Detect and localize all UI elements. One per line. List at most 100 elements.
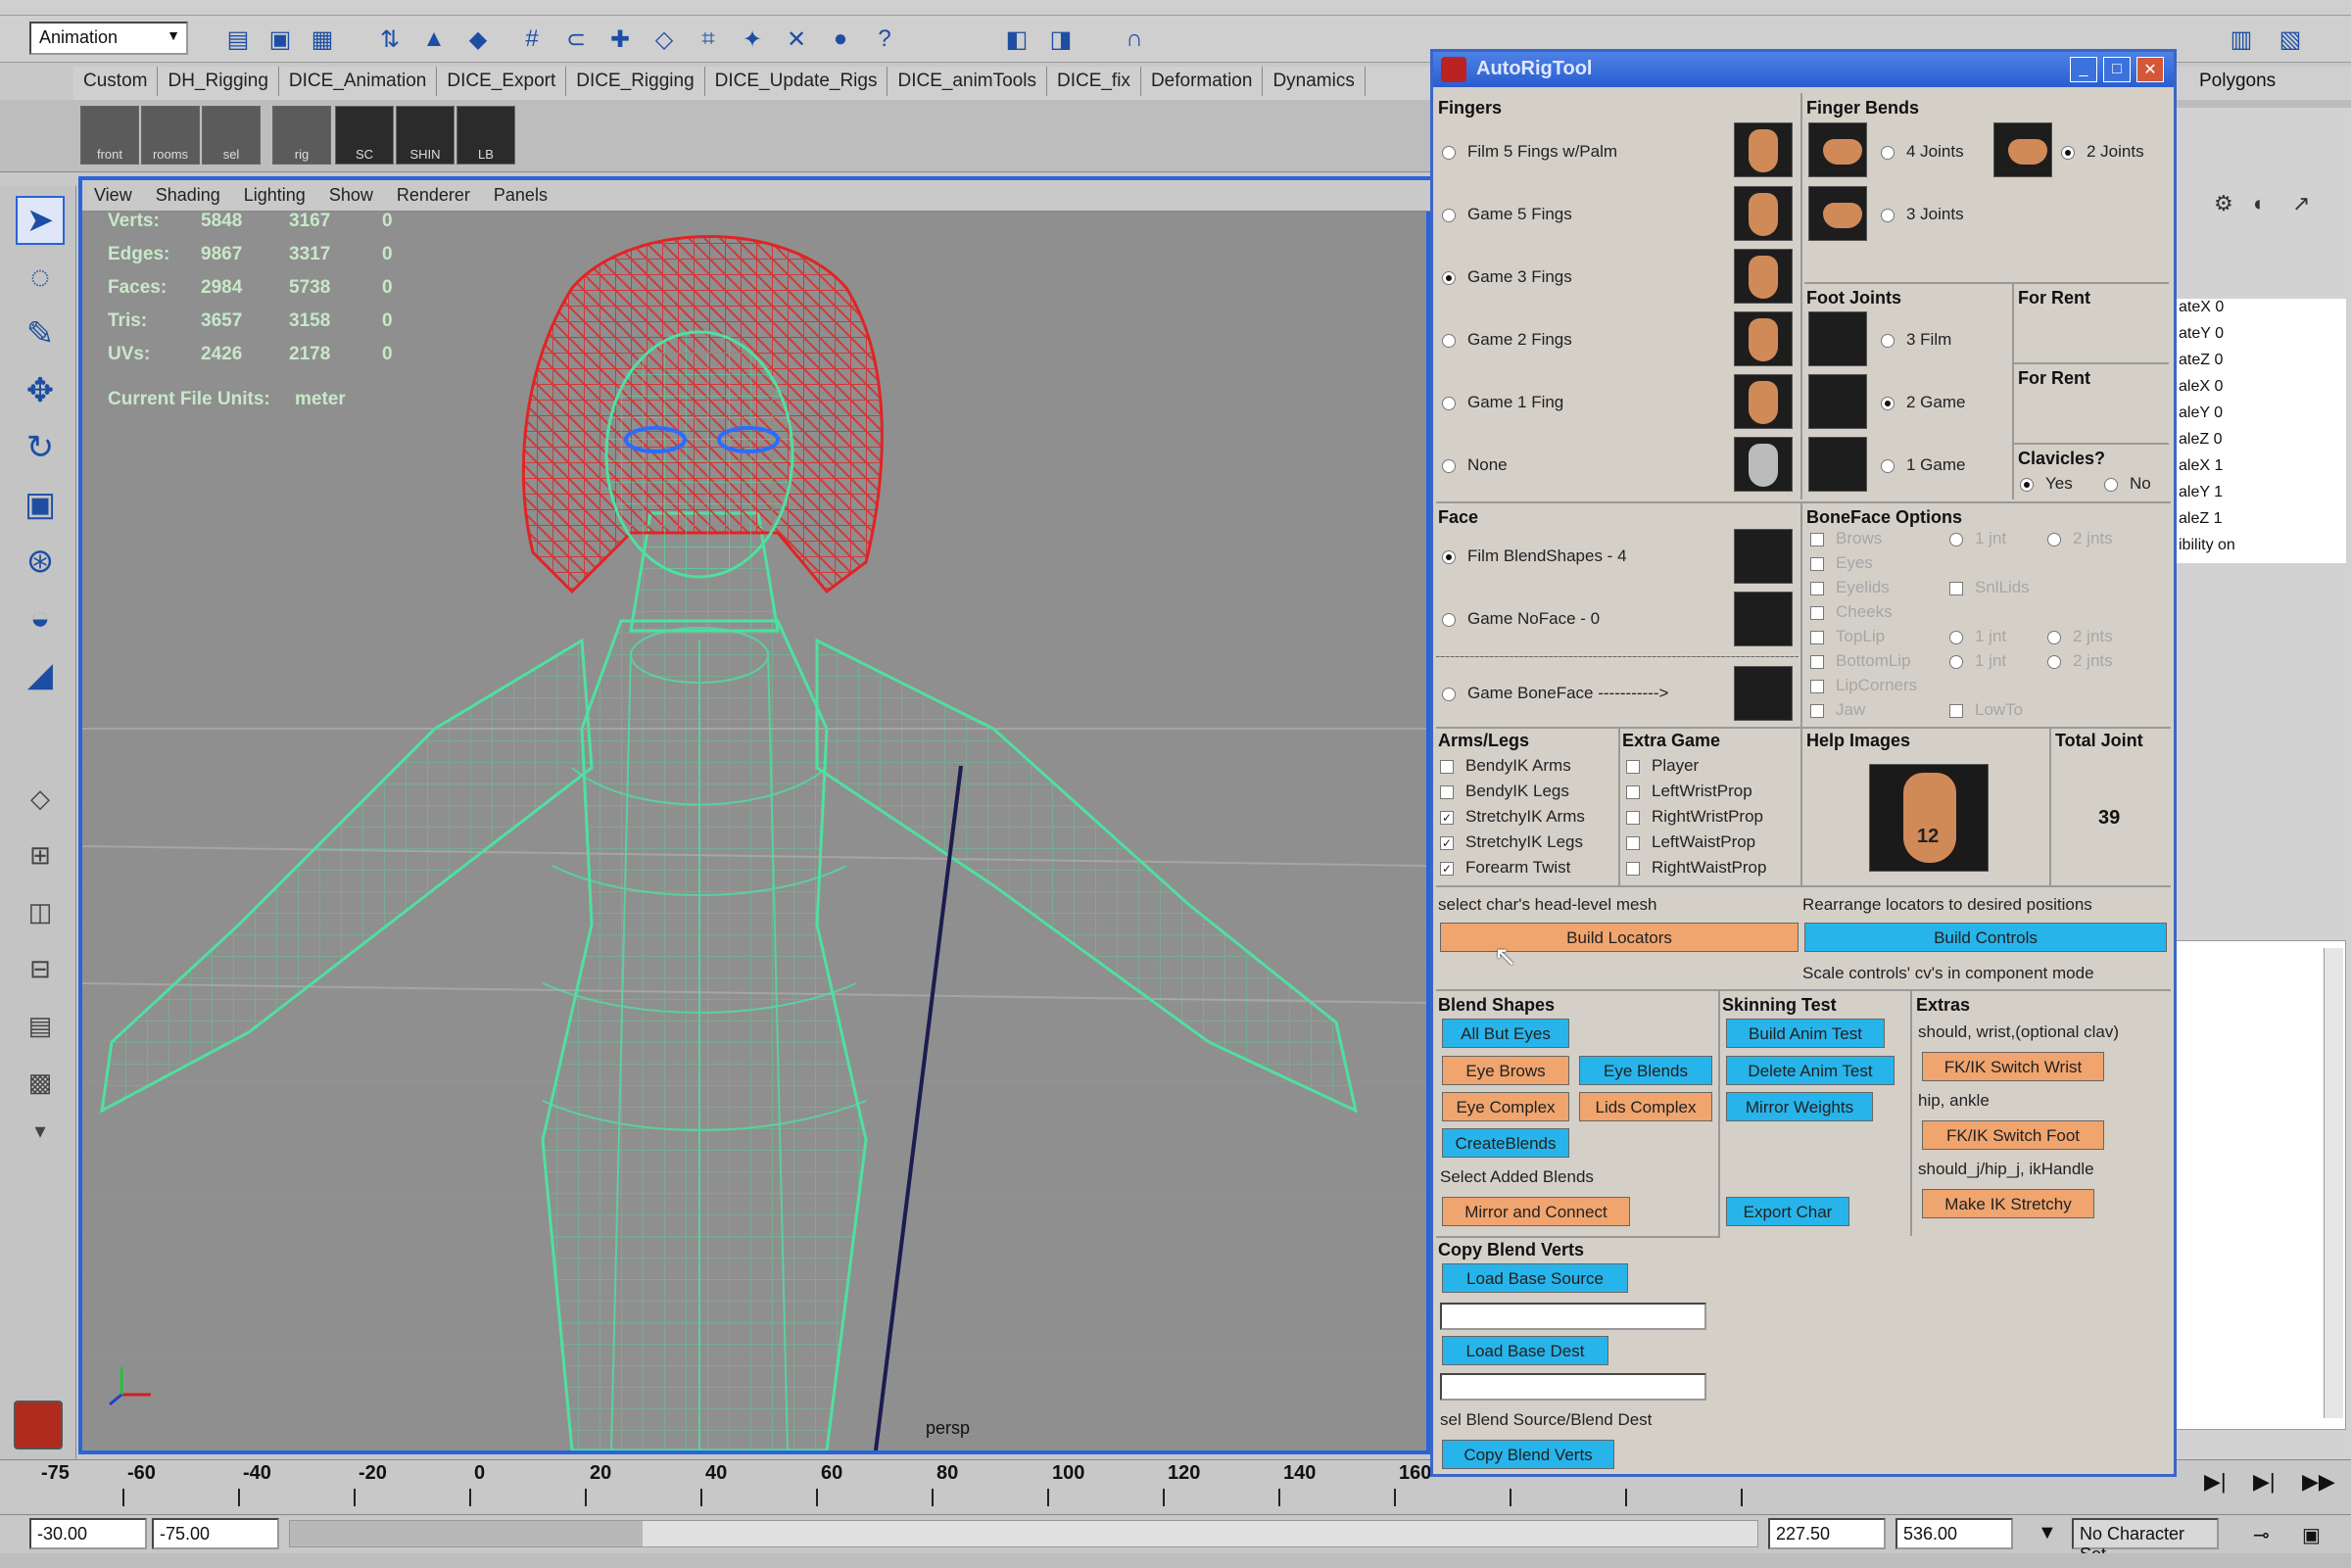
panel-layout-icon[interactable]: ▧	[2273, 22, 2308, 57]
chevron-down-icon[interactable]: ▼	[2038, 1522, 2057, 1544]
end-time-field[interactable]: 536.00	[1895, 1518, 2013, 1549]
viewport-menu-lighting[interactable]: Lighting	[232, 180, 317, 211]
shelf-tab-dice-fix[interactable]: DICE_fix	[1047, 67, 1141, 96]
create-blends-button[interactable]: CreateBlends	[1442, 1128, 1569, 1158]
radio[interactable]	[2104, 477, 2118, 492]
shelf-button-shin[interactable]: SHIN	[396, 106, 455, 165]
eye-complex-button[interactable]: Eye Complex	[1442, 1092, 1569, 1121]
channel-box-icon[interactable]: ⚙	[2214, 191, 2233, 216]
boneface-suboption[interactable]: 1 jnt	[1949, 529, 2006, 548]
open-scene-icon[interactable]: ▣	[263, 22, 298, 57]
mirror-connect-button[interactable]: Mirror and Connect	[1442, 1197, 1630, 1226]
shelf-tab-polygons[interactable]: Polygons	[2199, 71, 2276, 92]
hypershade-layout-icon[interactable]: ▩	[16, 1058, 65, 1107]
fkik-switch-wrist-button[interactable]: FK/IK Switch Wrist	[1922, 1052, 2104, 1081]
arms-legs-option[interactable]: ✓ StretchyIK Legs	[1440, 832, 1583, 852]
shelf-tab-dynamics[interactable]: Dynamics	[1263, 67, 1366, 96]
boneface-option[interactable]: Eyelids	[1810, 578, 1890, 597]
close-button[interactable]: ✕	[2136, 57, 2164, 82]
foot-joints-option[interactable]: 1 Game	[1881, 455, 1965, 475]
arms-legs-option[interactable]: ✓ Forearm Twist	[1440, 858, 1570, 878]
graph-layout-icon[interactable]: ▤	[16, 1001, 65, 1050]
select-object-icon[interactable]: ▲	[416, 22, 452, 57]
shelf-button-sel[interactable]: sel	[202, 106, 261, 165]
snap-live-icon[interactable]: ⌗	[691, 22, 726, 57]
viewport-menu-view[interactable]: View	[82, 180, 144, 211]
side-by-side-icon[interactable]: ◫	[16, 887, 65, 936]
scale-tool-icon[interactable]: ▣	[16, 480, 65, 529]
shelf-tab-deformation[interactable]: Deformation	[1141, 67, 1264, 96]
playback-start-field[interactable]: -75.00	[152, 1518, 279, 1549]
channel-row[interactable]: aleY 1	[2179, 484, 2223, 501]
save-scene-icon[interactable]: ▦	[305, 22, 340, 57]
foot-joints-option[interactable]: 2 Game	[1881, 393, 1965, 412]
lasso-tool-icon[interactable]: ◌	[16, 253, 65, 302]
snap-grid-icon[interactable]: #	[514, 22, 550, 57]
export-char-button[interactable]: Export Char	[1726, 1197, 1849, 1226]
radio-selected[interactable]	[1881, 396, 1895, 410]
animation-prefs-icon[interactable]: ▣	[2302, 1523, 2321, 1547]
copy-blend-verts-button[interactable]: Copy Blend Verts	[1442, 1440, 1614, 1469]
history-icon[interactable]: ✦	[735, 22, 770, 57]
key-icon[interactable]: ⊸	[2253, 1523, 2270, 1547]
four-view-icon[interactable]: ⊞	[16, 831, 65, 879]
shelf-button-lb[interactable]: LB	[456, 106, 515, 165]
finger-bends-option[interactable]: 4 Joints	[1881, 142, 1964, 162]
minimize-button[interactable]: _	[2070, 57, 2097, 82]
extra-game-option[interactable]: Player	[1626, 756, 1699, 776]
eye-brows-button[interactable]: Eye Brows	[1442, 1056, 1569, 1085]
fingers-option[interactable]: Film 5 Fings w/Palm	[1442, 142, 1617, 162]
mode-select[interactable]: Animation ▼	[29, 22, 188, 55]
radio-selected[interactable]	[2020, 477, 2034, 492]
fingers-option[interactable]: Game 3 Fings	[1442, 267, 1572, 287]
viewport-menu-shading[interactable]: Shading	[144, 180, 232, 211]
face-option[interactable]: Game NoFace - 0	[1442, 609, 1600, 629]
boneface-option[interactable]: TopLip	[1810, 627, 1885, 646]
load-base-source-button[interactable]: Load Base Source	[1442, 1263, 1628, 1293]
command-line[interactable]	[0, 1553, 2351, 1568]
snap-point-icon[interactable]: ✚	[602, 22, 638, 57]
fingers-option[interactable]: None	[1442, 455, 1508, 475]
finger-bends-option[interactable]: 2 Joints	[2061, 142, 2144, 162]
channel-row[interactable]: ateX 0	[2179, 299, 2224, 316]
radio[interactable]	[1881, 208, 1895, 222]
next-key-icon[interactable]: ▶|	[2253, 1469, 2276, 1495]
radio[interactable]	[1442, 396, 1456, 410]
arms-legs-option[interactable]: BendyIK Legs	[1440, 782, 1569, 801]
radio[interactable]	[1881, 145, 1895, 160]
radio[interactable]	[1442, 145, 1456, 160]
go-to-end-icon[interactable]: ▶▶	[2302, 1469, 2335, 1495]
boneface-suboption[interactable]: 1 jnt	[1949, 651, 2006, 671]
base-dest-field[interactable]	[1440, 1373, 1706, 1401]
radio-selected[interactable]	[1442, 549, 1456, 564]
lids-complex-button[interactable]: Lids Complex	[1579, 1092, 1712, 1121]
render-icon[interactable]: ●	[823, 22, 858, 57]
radio[interactable]	[1881, 333, 1895, 348]
shelf-button-sc[interactable]: SC	[335, 106, 394, 165]
load-base-dest-button[interactable]: Load Base Dest	[1442, 1336, 1608, 1365]
channel-row[interactable]: ateZ 0	[2179, 352, 2223, 369]
boneface-option[interactable]: LipCorners	[1810, 676, 1917, 695]
show-manipulator-icon[interactable]: ◢	[16, 650, 65, 699]
shelf-button-rooms[interactable]: rooms	[141, 106, 200, 165]
shelf-tab-dice-animation[interactable]: DICE_Animation	[279, 67, 438, 96]
face-option[interactable]: Game BoneFace ----------->	[1442, 684, 1668, 703]
channel-row[interactable]: aleZ 1	[2179, 510, 2222, 528]
select-tool-icon[interactable]: ➤	[16, 196, 65, 245]
boneface-option[interactable]: Brows	[1810, 529, 1882, 548]
extra-game-option[interactable]: LeftWaistProp	[1626, 832, 1755, 852]
radio[interactable]	[1442, 612, 1456, 627]
viewport-menu-renderer[interactable]: Renderer	[385, 180, 482, 211]
select-hierarchy-icon[interactable]: ⇅	[372, 22, 408, 57]
step-forward-icon[interactable]: ▶|	[2204, 1469, 2227, 1495]
finger-bends-option[interactable]: 3 Joints	[1881, 205, 1964, 224]
clavicles-yes[interactable]: Yes	[2020, 474, 2073, 494]
perspective-viewport[interactable]	[78, 176, 1430, 1454]
boneface-suboption[interactable]: LowTo	[1949, 700, 2023, 720]
shelf-tab-dice-export[interactable]: DICE_Export	[437, 67, 567, 96]
range-handle[interactable]	[290, 1521, 643, 1546]
radio-selected[interactable]	[1442, 270, 1456, 285]
mirror-weights-button[interactable]: Mirror Weights	[1726, 1092, 1873, 1121]
paint-select-icon[interactable]: ✎	[16, 309, 65, 358]
shelf-tab-dice-animtools[interactable]: DICE_animTools	[888, 67, 1047, 96]
